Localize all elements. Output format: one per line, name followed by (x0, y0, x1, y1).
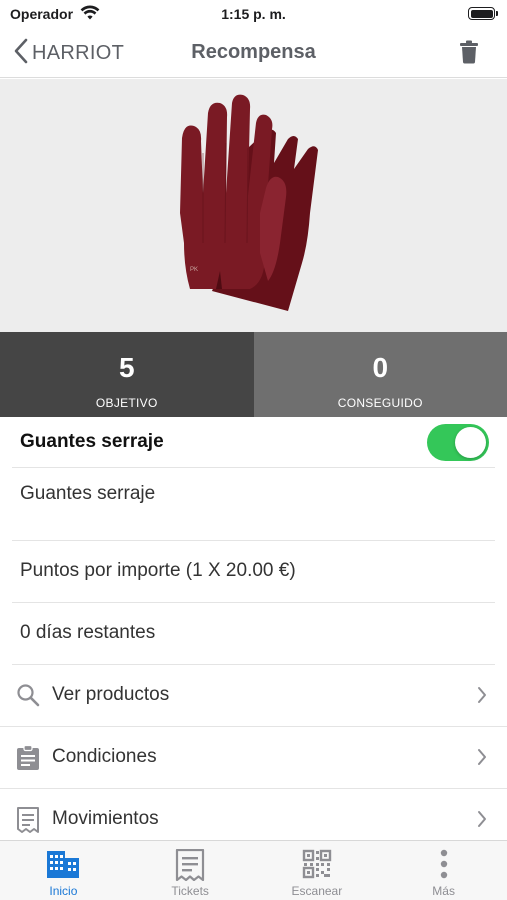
receipt-icon (175, 848, 205, 886)
conditions-row[interactable]: Condiciones (0, 727, 507, 789)
tab-home-label: Inicio (49, 884, 78, 898)
tab-scan-label: Escanear (291, 884, 343, 898)
days-left-row: 0 días restantes (12, 603, 495, 665)
objective-stat: 5 OBJETIVO (0, 332, 254, 417)
reward-details: Guantes serraje Guantes serraje Puntos p… (0, 417, 507, 851)
conditions-label: Condiciones (52, 746, 157, 767)
tab-tickets-label: Tickets (171, 884, 209, 898)
reward-name-row: Guantes serraje (12, 417, 495, 468)
points-rule: Puntos por importe (1 X 20.00 €) (20, 560, 296, 581)
glove-image: PK (180, 94, 318, 311)
achieved-label: CONSEGUIDO (337, 396, 423, 410)
tab-home[interactable]: Inicio (0, 841, 127, 900)
reward-image: PK (0, 79, 507, 332)
clock: 1:15 p. m. (221, 6, 286, 22)
trash-icon[interactable] (459, 40, 479, 69)
qr-code-icon (302, 849, 332, 884)
tab-scan[interactable]: Escanear (254, 841, 381, 900)
reward-name: Guantes serraje (20, 431, 164, 452)
tab-more[interactable]: Más (380, 841, 507, 900)
more-vertical-icon (439, 849, 449, 884)
search-icon (16, 683, 40, 712)
achieved-stat: 0 CONSEGUIDO (253, 332, 507, 417)
navigation-bar: HARRIOT Recompensa (0, 28, 507, 78)
chevron-right-icon (477, 686, 487, 709)
chevron-right-icon (477, 748, 487, 771)
svg-text:PK: PK (190, 267, 198, 273)
receipt-icon (16, 807, 40, 838)
objective-label: OBJETIVO (95, 396, 158, 410)
achieved-value: 0 (372, 352, 389, 383)
objective-value: 5 (118, 352, 135, 383)
tab-tickets[interactable]: Tickets (127, 841, 254, 900)
days-left: 0 días restantes (20, 622, 156, 643)
tab-more-label: Más (432, 884, 455, 898)
reward-stats: 5 OBJETIVO 0 CONSEGUIDO (0, 332, 507, 417)
points-rule-row: Puntos por importe (1 X 20.00 €) (12, 541, 495, 603)
reward-description-row: Guantes serraje (12, 468, 495, 541)
view-products-label: Ver productos (52, 684, 170, 705)
reward-description: Guantes serraje (20, 483, 156, 504)
clipboard-icon (16, 744, 40, 776)
battery-icon (468, 7, 498, 20)
movements-label: Movimientos (52, 808, 159, 829)
page-title: Recompensa (191, 41, 316, 63)
reward-enabled-toggle[interactable] (427, 424, 489, 461)
chevron-right-icon (477, 810, 487, 833)
toggle-knob (455, 427, 486, 458)
view-products-row[interactable]: Ver productos (0, 665, 507, 727)
building-icon (46, 849, 80, 884)
status-bar: Operador 1:15 p. m. (0, 0, 507, 28)
tab-bar: Inicio Tickets Escanear Más (0, 840, 507, 900)
